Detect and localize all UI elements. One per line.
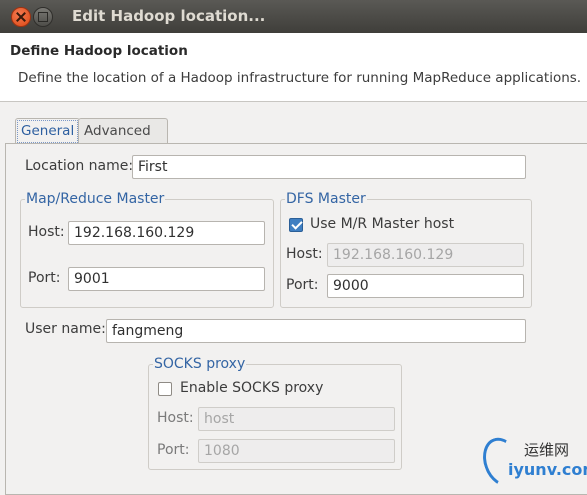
tab-advanced-parameters[interactable]: Advanced parameters — [78, 118, 169, 163]
socks-host-label: Host: — [157, 410, 194, 426]
enable-socks-proxy-label: Enable SOCKS proxy — [180, 380, 324, 396]
watermark-logo: 运维网 iyunv.com — [476, 432, 587, 492]
mr-port-label: Port: — [28, 270, 61, 286]
mr-host-label: Host: — [28, 224, 65, 240]
enable-socks-proxy-checkbox[interactable] — [158, 382, 172, 396]
use-mr-master-host-label: Use M/R Master host — [310, 216, 455, 232]
mr-host-input[interactable]: 192.168.160.129 — [68, 221, 265, 245]
close-icon[interactable] — [11, 7, 31, 27]
location-name-input[interactable]: First — [132, 155, 526, 179]
use-mr-master-host-checkbox[interactable] — [289, 218, 303, 232]
location-name-label: Location name: — [25, 158, 134, 174]
socks-host-input[interactable]: host — [198, 407, 395, 431]
dialog-description: Define the location of a Hadoop infrastr… — [18, 70, 582, 86]
mapreduce-master-title: Map/Reduce Master — [25, 191, 166, 207]
dfs-host-input[interactable]: 192.168.160.129 — [327, 243, 524, 267]
window-title: Edit Hadoop location... — [72, 7, 266, 25]
mr-port-input[interactable]: 9001 — [68, 267, 265, 291]
dialog-title: Define Hadoop location — [10, 43, 188, 59]
maximize-icon[interactable] — [33, 7, 53, 27]
user-name-input[interactable]: fangmeng — [106, 319, 526, 343]
dfs-port-input[interactable]: 9000 — [327, 274, 524, 298]
socks-proxy-title: SOCKS proxy — [153, 356, 247, 372]
tab-general[interactable]: General — [15, 118, 81, 145]
mapreduce-master-group — [20, 199, 274, 308]
dfs-port-label: Port: — [286, 277, 319, 293]
socks-port-label: Port: — [157, 442, 190, 458]
user-name-label: User name: — [25, 321, 106, 337]
socks-port-input[interactable]: 1080 — [198, 439, 395, 463]
title-bar: Edit Hadoop location... — [0, 0, 587, 33]
dfs-host-label: Host: — [286, 246, 323, 262]
watermark-text-cn: 运维网 — [524, 441, 570, 459]
dfs-master-title: DFS Master — [285, 191, 367, 207]
watermark-text-url: iyunv.com — [508, 460, 587, 479]
dialog-header: Define Hadoop location Define the locati… — [0, 33, 587, 102]
